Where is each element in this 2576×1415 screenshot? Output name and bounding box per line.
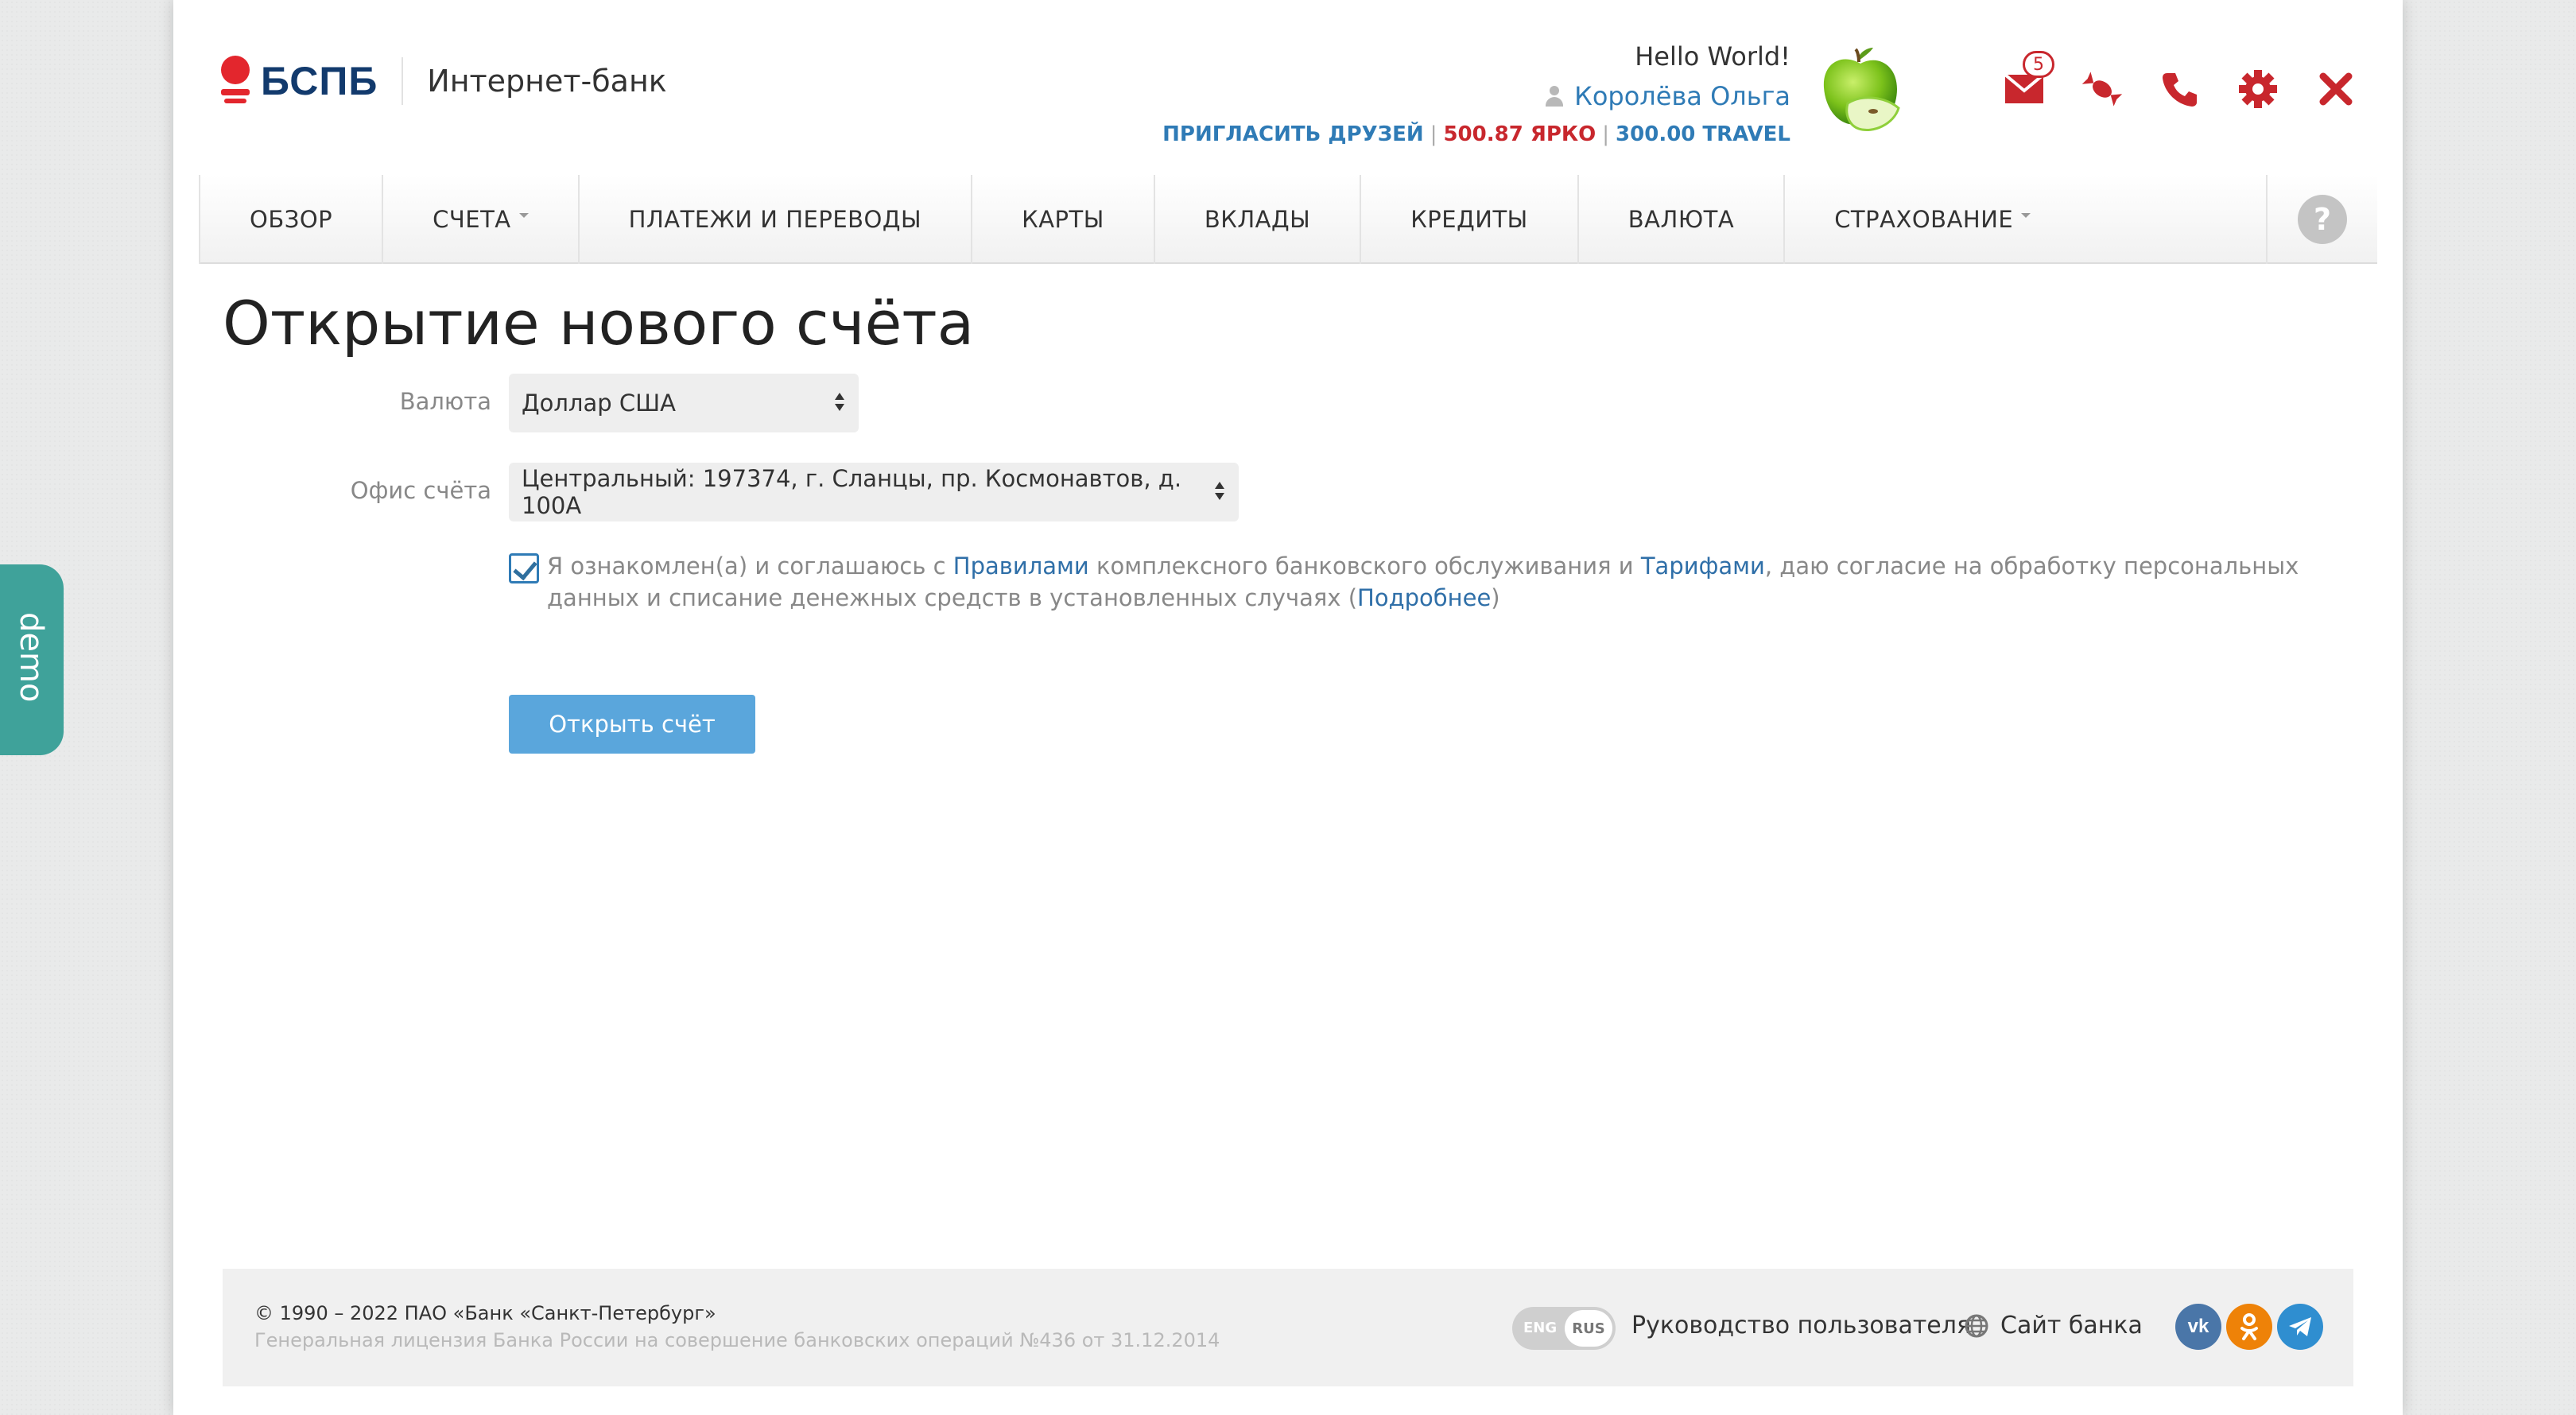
user-block: Hello World! Королёва Ольга ПРИГЛАСИТЬ Д…: [1162, 41, 1790, 146]
vk-icon[interactable]: vk: [2175, 1304, 2221, 1350]
user-icon: [1544, 86, 1565, 107]
help-button[interactable]: ?: [2266, 175, 2377, 264]
nav-item-payments[interactable]: ПЛАТЕЖИ И ПЕРЕВОДЫ: [577, 175, 971, 264]
nav-item-cards[interactable]: КАРТЫ: [971, 175, 1154, 264]
nav-item-overview[interactable]: ОБЗОР: [199, 175, 382, 264]
currency-select[interactable]: Доллар США: [509, 374, 859, 432]
close-icon[interactable]: [2314, 67, 2358, 111]
help-icon: ?: [2298, 195, 2347, 244]
agreement-text: Я ознакомлен(а) и соглашаюсь с Правилами…: [547, 552, 2299, 611]
invite-friends-link[interactable]: ПРИГЛАСИТЬ ДРУЗЕЙ: [1162, 122, 1424, 146]
open-account-button[interactable]: Открыть счёт: [509, 695, 755, 754]
gear-icon[interactable]: [2236, 67, 2280, 111]
license-text: Генеральная лицензия Банка России на сов…: [254, 1329, 1220, 1351]
currency-label: Валюта: [399, 388, 491, 415]
logo-subtitle: Интернет-банк: [427, 64, 667, 99]
select-arrows-icon: [835, 393, 844, 413]
nav-item-currency[interactable]: ВАЛЮТА: [1577, 175, 1783, 264]
user-name[interactable]: Королёва Ольга: [1574, 81, 1790, 111]
language-toggle[interactable]: ENG RUS: [1512, 1307, 1616, 1350]
chevron-down-icon: [2021, 213, 2031, 218]
globe-icon: [1965, 1314, 1988, 1337]
odnoklassniki-icon[interactable]: [2226, 1304, 2272, 1350]
bonus-links: ПРИГЛАСИТЬ ДРУЗЕЙ | 500.87 ЯРКО | 300.00 TRA…: [1162, 122, 1790, 146]
office-label: Офис счёта: [350, 477, 491, 504]
page: БСПБ Интернет-банк Hello World! Королёва…: [173, 0, 2403, 1415]
telegram-icon[interactable]: [2277, 1304, 2323, 1350]
page-title: Открытие нового счёта: [223, 288, 975, 359]
lang-eng[interactable]: ENG: [1523, 1320, 1557, 1336]
chevron-down-icon: [518, 213, 529, 218]
travel-bonus-link[interactable]: 300.00 TRAVEL: [1616, 122, 1790, 146]
demo-tab-label: demo: [13, 612, 49, 703]
office-select[interactable]: Центральный: 197374, г. Сланцы, пр. Косм…: [509, 463, 1239, 521]
nav-item-credits[interactable]: КРЕДИТЫ: [1360, 175, 1577, 264]
agreement-checkbox[interactable]: [509, 553, 539, 583]
logo-text: БСПБ: [261, 59, 378, 103]
demo-tab[interactable]: demo: [0, 564, 64, 755]
user-manual-link[interactable]: Руководство пользователя: [1631, 1312, 1971, 1339]
copyright: © 1990 – 2022 ПАО «Банк «Санкт-Петербург…: [254, 1302, 716, 1324]
yarko-bonus-link[interactable]: 500.87 ЯРКО: [1443, 122, 1596, 146]
header-icons: 5: [2002, 51, 2358, 111]
office-select-value: Центральный: 197374, г. Сланцы, пр. Косм…: [522, 465, 1182, 519]
apple-icon[interactable]: [1818, 45, 1903, 138]
select-arrows-icon: [1215, 482, 1224, 502]
bank-site-link[interactable]: Сайт банка: [1964, 1312, 2143, 1339]
candy-icon[interactable]: [2080, 67, 2124, 111]
user-profile-link[interactable]: Королёва Ольга: [1162, 81, 1790, 111]
nav-item-accounts[interactable]: СЧЕТА: [382, 175, 578, 264]
logo-mark-icon: [221, 56, 250, 107]
nav-item-insurance[interactable]: СТРАХОВАНИЕ: [1783, 175, 2080, 264]
phone-icon[interactable]: [2158, 67, 2202, 111]
main-nav: ОБЗОР СЧЕТА ПЛАТЕЖИ И ПЕРЕВОДЫ КАРТЫ ВКЛ…: [199, 175, 2377, 264]
bank-logo[interactable]: БСПБ Интернет-банк: [221, 56, 667, 107]
agreement: Я ознакомлен(а) и соглашаюсь с Правилами…: [509, 550, 2337, 614]
currency-select-value: Доллар США: [522, 390, 676, 417]
nav-item-deposits[interactable]: ВКЛАДЫ: [1153, 175, 1360, 264]
tariffs-link[interactable]: Тарифами: [1641, 552, 1765, 580]
more-details-link[interactable]: Подробнее: [1357, 584, 1491, 611]
logo-divider: [402, 57, 404, 105]
lang-rus[interactable]: RUS: [1565, 1310, 1612, 1347]
greeting: Hello World!: [1635, 41, 1790, 72]
social-links: vk: [2175, 1304, 2323, 1350]
unread-messages-badge: 5: [2023, 51, 2054, 78]
mail-icon[interactable]: 5: [2002, 51, 2054, 111]
rules-link[interactable]: Правилами: [953, 552, 1089, 580]
footer: © 1990 – 2022 ПАО «Банк «Санкт-Петербург…: [223, 1269, 2353, 1386]
